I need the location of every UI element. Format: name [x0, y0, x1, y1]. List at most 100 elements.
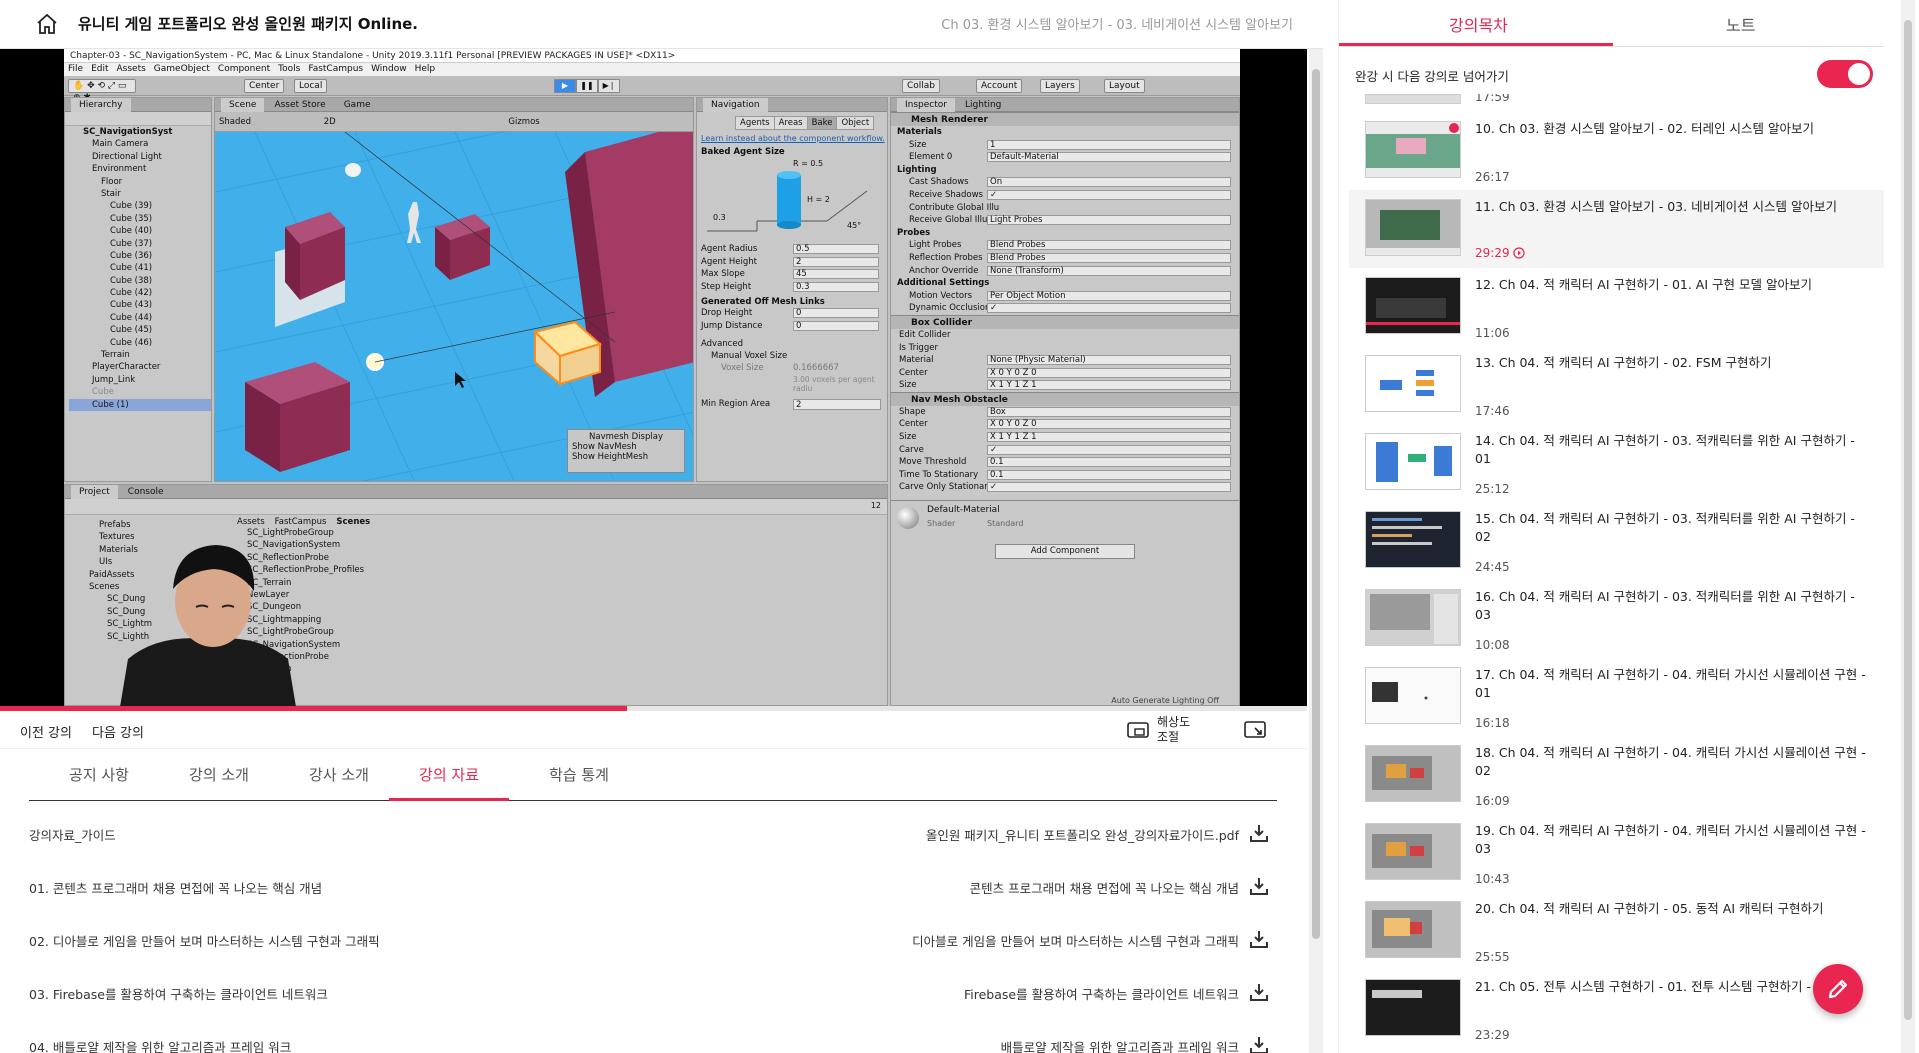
- lecture-item[interactable]: 16. Ch 04. 적 캐릭터 AI 구현하기 - 03. 적캐릭터를 위한 …: [1349, 580, 1884, 658]
- top-header: 유니티 게임 포트폴리오 완성 올인원 패키지 Online. Ch 03. 환…: [0, 0, 1323, 49]
- field-row: Size X 1 Y 1 Z 1: [891, 379, 1239, 392]
- lecture-title: 19. Ch 04. 적 캐릭터 AI 구현하기 - 04. 캐릭터 가시선 시…: [1475, 823, 1866, 856]
- lecture-item[interactable]: 21. Ch 05. 전투 시스템 구현하기 - 01. 전투 시스템 구현하기…: [1349, 970, 1884, 1048]
- account-dropdown: Account: [976, 79, 1023, 93]
- material-file-name[interactable]: 올인원 패키지_유니티 포트폴리오 완성_강의자료가이드.pdf: [926, 825, 1239, 844]
- field-row: Is Trigger: [891, 342, 1239, 355]
- material-row: 03. Firebase를 활용하여 구축하는 클라이언트 네트워크 Fireba…: [29, 982, 1269, 1004]
- lecture-duration-text: 25:55: [1475, 950, 1510, 964]
- lecture-duration: 23:29: [1475, 1028, 1510, 1042]
- main-scrollbar[interactable]: [1309, 49, 1323, 1053]
- show-heightmesh-label: Show HeightMesh: [572, 452, 649, 462]
- inspector-value: Light Probes: [987, 215, 1231, 226]
- box-collider-fields: Edit Collider Is Trigger Material None (Phy…: [891, 329, 1239, 392]
- tab-course-intro[interactable]: 강의 소개: [174, 764, 264, 785]
- lecture-item[interactable]: 14. Ch 04. 적 캐릭터 AI 구현하기 - 03. 적캐릭터를 위한 …: [1349, 424, 1884, 502]
- download-icon[interactable]: [1249, 823, 1269, 843]
- sidebar-scrollbar[interactable]: [1901, 0, 1915, 1053]
- lecture-item[interactable]: 15. Ch 04. 적 캐릭터 AI 구현하기 - 03. 적캐릭터를 위한 …: [1349, 502, 1884, 580]
- lecture-item[interactable]: 13. Ch 04. 적 캐릭터 AI 구현하기 - 02. FSM 구현하기 1…: [1349, 346, 1884, 424]
- manual-voxel-label: Manual Voxel Size: [711, 350, 788, 361]
- lecture-item[interactable]: 20. Ch 04. 적 캐릭터 AI 구현하기 - 05. 동적 AI 캐릭터…: [1349, 892, 1884, 970]
- lecture-list: 17:59 10. Ch 03. 환경 시스템 알아보기 - 02. 터레인 시…: [1349, 94, 1884, 1053]
- agent-cylinder-icon: [707, 171, 868, 232]
- lecture-duration: 11:06: [1475, 326, 1510, 340]
- step-label: 0.3: [713, 213, 726, 222]
- hierarchy-row: Cube (36): [110, 250, 153, 261]
- tab-notice[interactable]: 공지 사항: [54, 764, 144, 785]
- material-title: 01. 콘텐츠 프로그래머 채용 면접에 꼭 나오는 핵심 개념: [29, 881, 323, 896]
- unity-window-title: Chapter-03 - SC_NavigationSystem - PC, M…: [64, 49, 1240, 63]
- inspector-tabs: Inspector Lighting: [891, 98, 1239, 112]
- video-player[interactable]: Chapter-03 - SC_NavigationSystem - PC, M…: [0, 49, 1307, 706]
- unity-menu-item: Component: [217, 64, 271, 74]
- sidebar-scrollbar-thumb[interactable]: [1904, 20, 1912, 1020]
- scene-tabs: Scene Asset Store Game: [215, 98, 693, 112]
- tab-instructor-intro[interactable]: 강사 소개: [294, 764, 384, 785]
- download-icon[interactable]: [1249, 876, 1269, 896]
- layers-dropdown: Layers: [1040, 79, 1080, 93]
- mesh-renderer-fields: Materials Size 1 Element 0 Default-Material L…: [891, 126, 1239, 315]
- lecture-item[interactable]: 12. Ch 04. 적 캐릭터 AI 구현하기 - 01. AI 구현 모델 …: [1349, 268, 1884, 346]
- inspector-tab: Inspector: [897, 98, 955, 112]
- lecture-duration: 16:18: [1475, 716, 1510, 730]
- lecture-item[interactable]: 19. Ch 04. 적 캐릭터 AI 구현하기 - 04. 캐릭터 가시선 시…: [1349, 814, 1884, 892]
- hierarchy-row: Cube (40): [110, 226, 153, 237]
- tab-statistics[interactable]: 학습 통계: [534, 764, 624, 785]
- next-lecture-button[interactable]: 다음 강의: [92, 722, 144, 741]
- material-file-name[interactable]: 배틀로얄 제작을 위한 알고리즘과 프레임 워크: [1001, 1037, 1239, 1053]
- lecture-item[interactable]: 17. Ch 04. 적 캐릭터 AI 구현하기 - 04. 캐릭터 가시선 시…: [1349, 658, 1884, 736]
- material-file-name[interactable]: 디아블로 게임을 만들어 보며 마스터하는 시스템 구현과 그래픽: [912, 931, 1239, 950]
- sidebar-tab-indicator: [1339, 43, 1613, 46]
- hierarchy-row: Cube (42): [110, 288, 153, 299]
- download-icon[interactable]: [1249, 929, 1269, 949]
- player-controls: 이전 강의 다음 강의 해상도 조절: [0, 711, 1307, 749]
- inspector-value: Per Object Motion: [987, 290, 1231, 301]
- hierarchy-row: SC_NavigationSyst: [83, 127, 173, 137]
- autoplay-toggle[interactable]: [1817, 60, 1873, 88]
- tab-table-of-contents[interactable]: 강의목차: [1449, 12, 1508, 36]
- inspector-value: Blend Probes: [987, 252, 1231, 263]
- fullscreen-button[interactable]: [1244, 720, 1266, 744]
- now-playing-icon: [1512, 247, 1525, 262]
- layout-dropdown: Layout: [1104, 79, 1145, 93]
- prev-lecture-button[interactable]: 이전 강의: [20, 722, 72, 741]
- main-scrollbar-thumb[interactable]: [1312, 69, 1320, 939]
- hierarchy-tree: SC_NavigationSyst Main Camera Directional …: [65, 126, 211, 411]
- play-icon: ▶: [554, 79, 576, 93]
- hierarchy-row: Cube (37): [110, 238, 153, 249]
- navmesh-display-title: Navmesh Display: [589, 432, 663, 442]
- inspector-value: Default-Material: [987, 152, 1231, 163]
- material-file-name[interactable]: Firebase를 활용하여 구축하는 클라이언트 네트워크: [964, 984, 1239, 1003]
- field-value: Box: [987, 406, 1231, 417]
- write-note-button[interactable]: [1813, 964, 1863, 1014]
- material-block: Default-Material Shader Standard: [891, 500, 1239, 536]
- breadcrumb-segment: FastCampus: [274, 517, 327, 527]
- inspector-value: ✓: [987, 189, 1231, 200]
- tab-notes[interactable]: 노트: [1726, 12, 1755, 36]
- instructor-webcam: [120, 545, 296, 706]
- download-icon[interactable]: [1249, 982, 1269, 1002]
- show-navmesh-label: Show NavMesh: [572, 442, 637, 452]
- tab-materials[interactable]: 강의 자료: [394, 764, 504, 785]
- field-label: Is Trigger: [899, 342, 938, 353]
- scene-tab: Game: [343, 100, 371, 110]
- field-row: Shape Box: [891, 406, 1239, 419]
- lecture-item[interactable]: 18. Ch 04. 적 캐릭터 AI 구현하기 - 04. 캐릭터 가시선 시…: [1349, 736, 1884, 814]
- resolution-button[interactable]: 해상도 조절: [1127, 715, 1190, 745]
- material-file-name[interactable]: 콘텐츠 프로그래머 채용 면접에 꼭 나오는 핵심 개념: [970, 878, 1239, 897]
- lecture-duration: 10:43: [1475, 872, 1510, 886]
- download-icon[interactable]: [1249, 1035, 1269, 1053]
- home-button[interactable]: [32, 9, 62, 39]
- field-row: Material None (Physic Material): [891, 354, 1239, 367]
- lecture-item[interactable]: 10. Ch 03. 환경 시스템 알아보기 - 02. 터레인 시스템 알아보…: [1349, 112, 1884, 190]
- inspector-label: Receive Global Illumi: [909, 215, 999, 226]
- lecture-thumbnail: [1365, 589, 1461, 646]
- agent-fields: Agent Radius 0.5 Agent Height 2 Max Slope 45 S…: [697, 243, 887, 293]
- add-component-button: Add Component: [995, 544, 1135, 560]
- material-title: 03. Firebase를 활용하여 구축하는 클라이언트 네트워크: [29, 987, 328, 1002]
- lecture-duration-text: 10:43: [1475, 872, 1510, 886]
- prev-lecture-duration: 17:59: [1475, 94, 1510, 104]
- lecture-item[interactable]: 11. Ch 03. 환경 시스템 알아보기 - 03. 네비게이션 시스템 알…: [1349, 190, 1884, 268]
- lecture-duration: 10:08: [1475, 638, 1510, 652]
